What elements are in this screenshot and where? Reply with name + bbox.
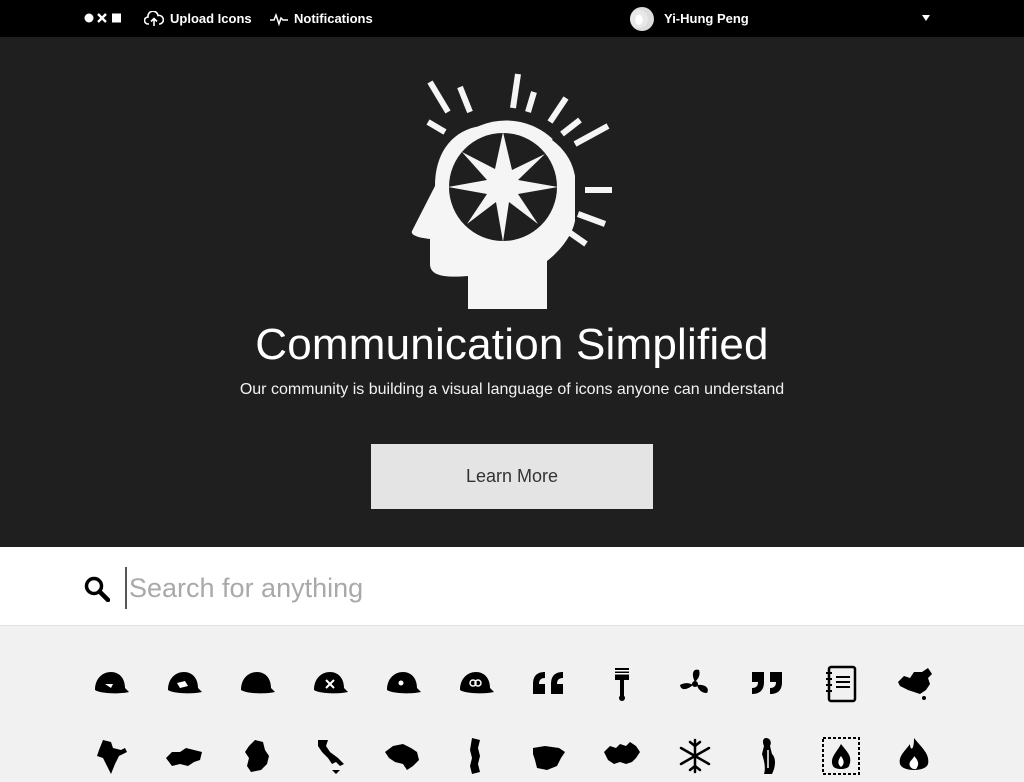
upload-icons-link[interactable]: Upload Icons xyxy=(144,0,252,37)
quote-close-icon[interactable] xyxy=(742,658,794,710)
cap-icon[interactable] xyxy=(158,658,210,710)
head-burst-idea-icon xyxy=(411,73,612,310)
fire-pattern-icon[interactable] xyxy=(815,730,867,782)
pulse-icon xyxy=(270,12,288,26)
notifications-link[interactable]: Notifications xyxy=(270,0,373,37)
cap-icon[interactable] xyxy=(85,658,137,710)
canada-map-icon[interactable] xyxy=(596,730,648,782)
search-icon[interactable] xyxy=(84,576,110,602)
india-map-icon[interactable] xyxy=(85,730,137,782)
ireland-map-icon[interactable] xyxy=(231,730,283,782)
hero-title: Communication Simplified xyxy=(255,320,769,369)
snowflake-icon[interactable] xyxy=(669,730,721,782)
user-name: Yi-Hung Peng xyxy=(664,11,749,26)
search-input[interactable] xyxy=(125,567,931,609)
belgium-map-icon[interactable] xyxy=(377,730,429,782)
learn-more-button[interactable]: Learn More xyxy=(371,444,653,509)
fan-icon[interactable] xyxy=(669,658,721,710)
top-nav: Upload Icons Notifications Yi-Hung Peng xyxy=(0,0,1024,37)
switzerland-map-icon[interactable] xyxy=(158,730,210,782)
nounproject-logo-icon[interactable] xyxy=(84,11,124,25)
figure-icon[interactable] xyxy=(742,730,794,782)
caret-down-icon[interactable] xyxy=(921,14,931,22)
cap-icon[interactable] xyxy=(231,658,283,710)
notebook-icon[interactable] xyxy=(815,658,867,710)
search-bar xyxy=(0,547,1024,626)
spain-map-icon[interactable] xyxy=(523,730,575,782)
quote-open-icon[interactable] xyxy=(523,658,575,710)
cap-icon[interactable] xyxy=(304,658,356,710)
cap-icon[interactable] xyxy=(377,658,429,710)
italy-map-icon[interactable] xyxy=(304,730,356,782)
avatar-silhouette-icon xyxy=(630,9,648,28)
piston-icon[interactable] xyxy=(596,658,648,710)
user-menu[interactable]: Yi-Hung Peng xyxy=(630,0,749,37)
hero-subtitle: Our community is building a visual langu… xyxy=(239,381,785,398)
upload-icons-label: Upload Icons xyxy=(170,11,252,26)
avatar xyxy=(630,6,654,31)
portugal-map-icon[interactable] xyxy=(450,730,502,782)
notifications-label: Notifications xyxy=(294,11,373,26)
china-map-icon[interactable] xyxy=(888,658,940,710)
flame-icon[interactable] xyxy=(888,730,940,782)
cap-icon[interactable] xyxy=(450,658,502,710)
hero-section: Communication Simplified Our community i… xyxy=(0,37,1024,547)
cloud-upload-icon xyxy=(144,10,164,26)
